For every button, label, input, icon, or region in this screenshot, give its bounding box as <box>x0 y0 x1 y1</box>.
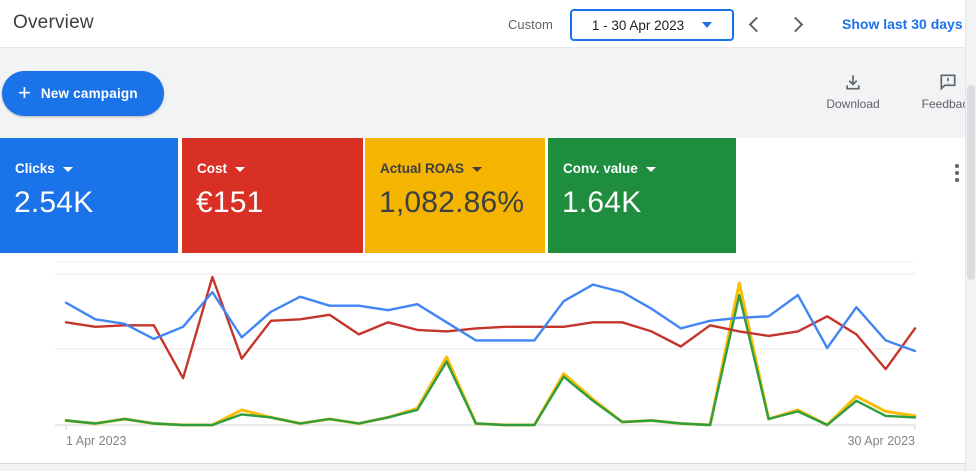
google-ads-overview-page: Overview Custom 1 - 30 Apr 2023 Show las… <box>0 0 976 471</box>
date-range-picker[interactable]: 1 - 30 Apr 2023 <box>570 9 734 41</box>
download-label: Download <box>826 97 880 111</box>
page-title: Overview <box>13 12 94 33</box>
next-period-button[interactable] <box>787 16 804 33</box>
chevron-down-icon <box>235 167 245 172</box>
series-actual-roas <box>64 281 917 427</box>
feedback-icon <box>940 74 956 91</box>
scorecard-actual-roas[interactable]: Actual ROAS 1,082.86% <box>365 138 545 253</box>
scrollbar-thumb[interactable] <box>967 85 975 280</box>
new-campaign-label: New campaign <box>40 86 138 101</box>
chevron-down-icon <box>62 167 73 172</box>
chevron-down-icon <box>702 22 713 28</box>
series-cost <box>64 275 917 380</box>
date-range-value: 1 - 30 Apr 2023 <box>591 17 685 33</box>
scorecard-value: 1,082.86% <box>379 186 525 219</box>
date-mode-label: Custom <box>508 17 553 32</box>
scorecard-label: Actual ROAS <box>380 161 465 176</box>
chart-gridlines <box>55 261 916 430</box>
x-axis-end-label: 30 Apr 2023 <box>848 434 915 448</box>
chart-series-lines <box>64 275 917 427</box>
scorecard-value: 2.54K <box>14 186 94 219</box>
new-campaign-button[interactable]: + New campaign <box>2 71 164 116</box>
previous-period-button[interactable] <box>748 16 765 33</box>
scorecard-label: Cost <box>197 161 227 176</box>
scorecard-conv-value[interactable]: Conv. value 1.64K <box>548 138 736 253</box>
panel-bottom-divider <box>0 463 976 471</box>
page-header: Overview Custom 1 - 30 Apr 2023 Show las… <box>0 0 976 48</box>
chevron-down-icon <box>645 167 656 172</box>
scorecard-label: Clicks <box>15 161 55 176</box>
scorecard-label: Conv. value <box>563 161 638 176</box>
scrollbar[interactable] <box>965 0 976 471</box>
plus-icon: + <box>18 79 31 105</box>
download-button[interactable]: Download <box>818 72 888 111</box>
scorecard-cost[interactable]: Cost €151 <box>182 138 363 253</box>
scorecard-value: 1.64K <box>562 186 642 219</box>
x-axis-start-label: 1 Apr 2023 <box>66 434 127 448</box>
scorecard-clicks[interactable]: Clicks 2.54K <box>0 138 178 253</box>
show-last-30-days-link[interactable]: Show last 30 days <box>842 16 963 32</box>
more-options-kebab-icon[interactable] <box>950 164 964 186</box>
performance-line-chart[interactable]: 1 Apr 2023 30 Apr 2023 <box>0 258 976 458</box>
download-icon <box>846 75 860 90</box>
scorecard-value: €151 <box>196 186 264 219</box>
chevron-down-icon <box>472 167 483 172</box>
